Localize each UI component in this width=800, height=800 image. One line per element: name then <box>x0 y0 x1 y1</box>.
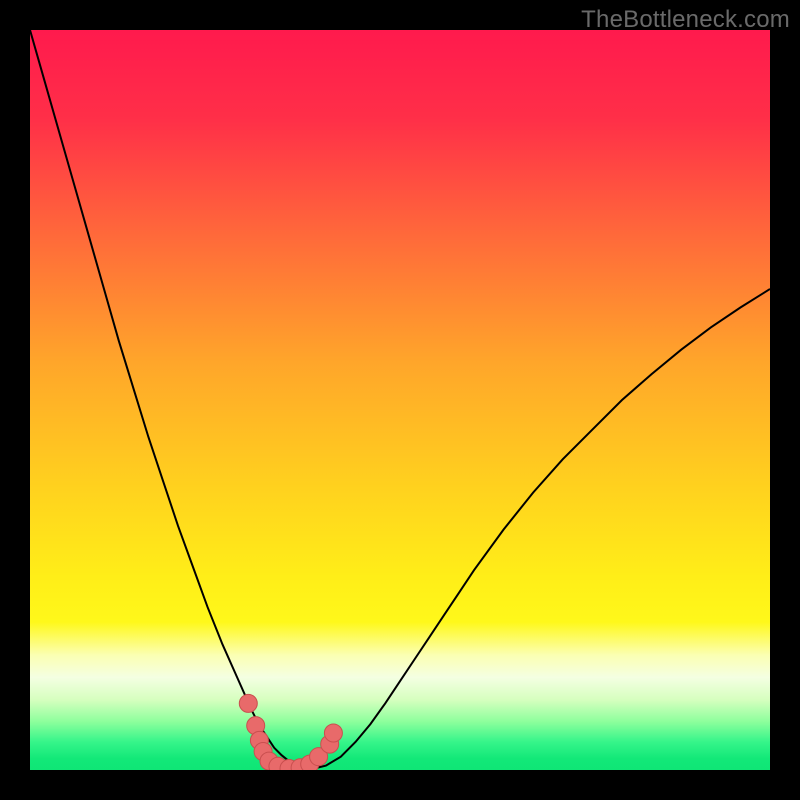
curve-left <box>30 30 311 769</box>
marker-point <box>239 694 257 712</box>
marker-group <box>239 694 342 770</box>
site-watermark: TheBottleneck.com <box>581 6 790 34</box>
marker-point <box>324 724 342 742</box>
curve-layer <box>30 30 770 770</box>
curve-right <box>311 289 770 769</box>
plot-area <box>30 30 770 770</box>
chart-frame: TheBottleneck.com <box>0 0 800 800</box>
